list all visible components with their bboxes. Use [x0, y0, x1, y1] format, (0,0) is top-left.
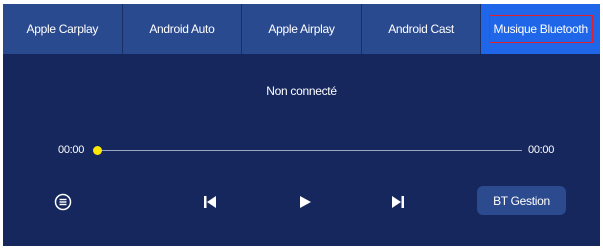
tab-label: Android Auto [149, 22, 215, 36]
tab-bar: Apple Carplay Android Auto Apple Airplay… [3, 4, 600, 54]
skip-next-icon[interactable] [386, 190, 410, 214]
tab-label: Apple Carplay [26, 22, 99, 36]
playlist-icon[interactable] [51, 190, 75, 214]
connection-status: Non connecté [266, 84, 337, 98]
tab-android-auto[interactable]: Android Auto [122, 4, 243, 54]
play-icon[interactable] [293, 190, 317, 214]
progress-knob[interactable] [92, 146, 102, 155]
tab-label: Android Cast [388, 22, 454, 36]
tab-apple-carplay[interactable]: Apple Carplay [3, 4, 123, 54]
progress-track[interactable] [97, 150, 522, 151]
tab-label: Musique Bluetooth [488, 15, 593, 43]
tab-android-cast[interactable]: Android Cast [361, 4, 482, 54]
tab-musique-bluetooth[interactable]: Musique Bluetooth [481, 4, 600, 54]
screen: Apple Carplay Android Auto Apple Airplay… [0, 0, 603, 250]
skip-previous-icon[interactable] [198, 190, 222, 214]
total-time: 00:00 [528, 144, 555, 156]
bt-gestion-button[interactable]: BT Gestion [477, 186, 566, 215]
tab-label: Apple Airplay [268, 22, 335, 36]
bluetooth-music-panel: Apple Carplay Android Auto Apple Airplay… [3, 4, 600, 246]
elapsed-time: 00:00 [58, 144, 85, 156]
tab-apple-airplay[interactable]: Apple Airplay [242, 4, 362, 54]
